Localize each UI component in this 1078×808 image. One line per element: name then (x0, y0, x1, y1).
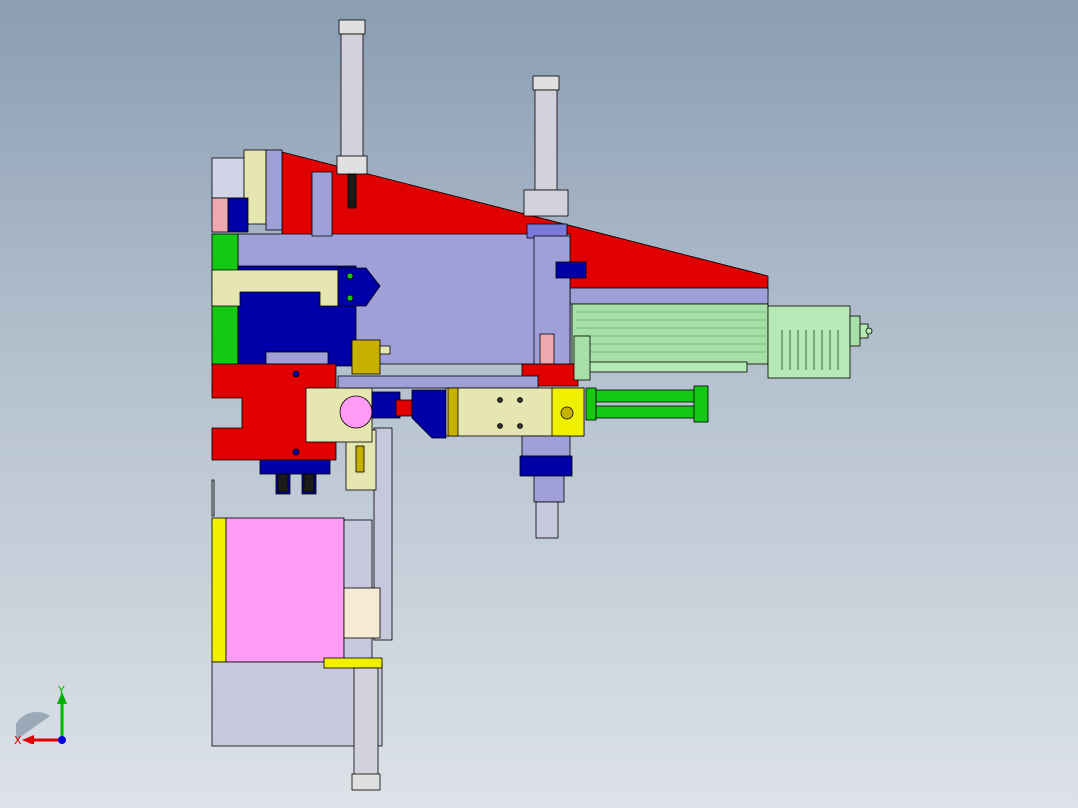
cad-viewport[interactable]: Y X (0, 0, 1078, 808)
twin-green-cylinders[interactable] (585, 385, 709, 423)
cad-assembly-drawing[interactable] (0, 0, 1078, 808)
servo-motor[interactable] (571, 303, 873, 379)
axis-triad: Y X (14, 684, 67, 744)
x-axis-label: X (14, 734, 22, 744)
y-axis-label: Y (57, 684, 65, 697)
